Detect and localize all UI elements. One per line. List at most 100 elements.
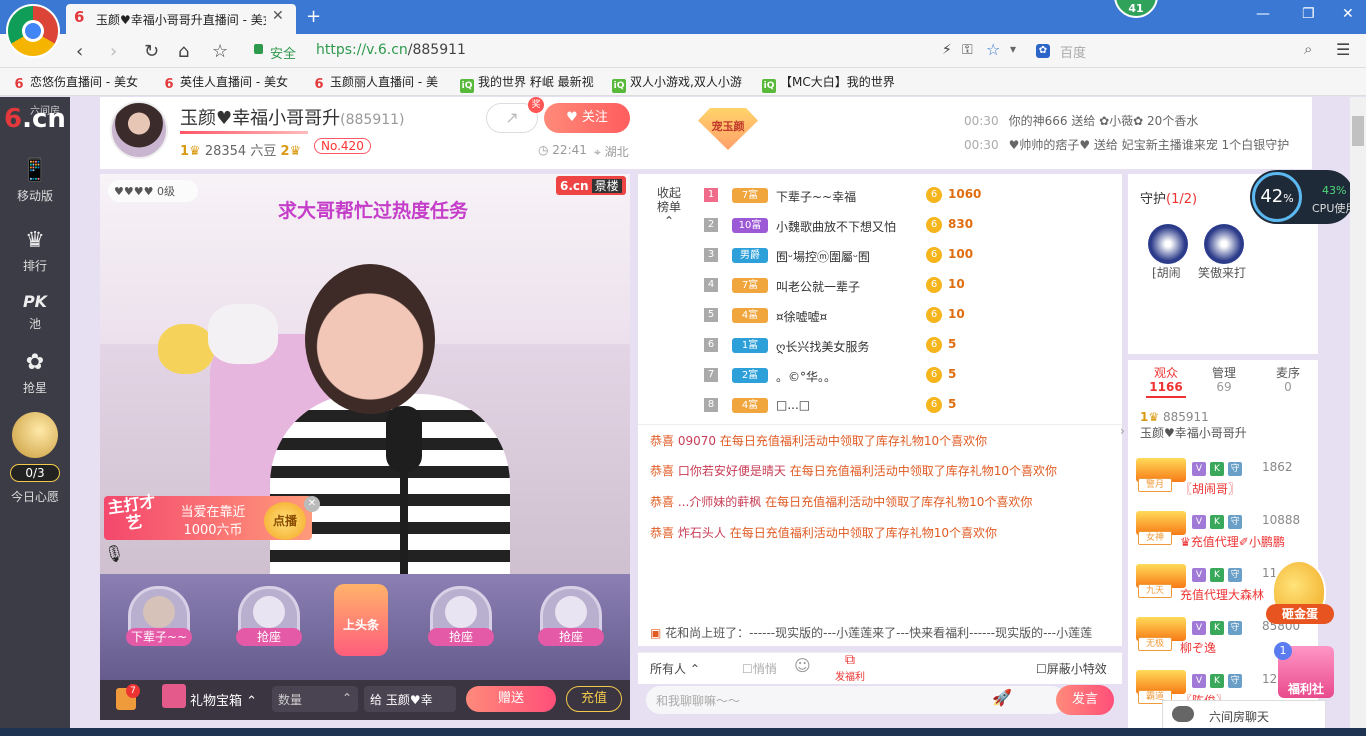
- bookmark-item[interactable]: 6 恋悠伤直播间 - 美女: [12, 73, 138, 92]
- gift-box-label[interactable]: 礼物宝箱 ⌃: [190, 690, 257, 709]
- bookmark-star-icon[interactable]: ☆: [986, 40, 1000, 59]
- rank-user-name[interactable]: ღ长兴找美女服务: [776, 338, 869, 355]
- bookmark-item[interactable]: iQ 我的世界 籽岷 最新视: [460, 73, 594, 93]
- checkbox-icon: ☐: [742, 662, 753, 676]
- close-window-icon[interactable]: ✕: [1342, 6, 1354, 22]
- lightning-icon[interactable]: ⚡: [942, 42, 952, 58]
- send-chat-button[interactable]: 发言: [1056, 685, 1114, 715]
- sidebar-item-rank[interactable]: ♛ 排行: [0, 228, 70, 274]
- scrollbar-thumb[interactable]: [1352, 116, 1364, 146]
- home-icon[interactable]: ⌂: [178, 41, 189, 62]
- host-avatar[interactable]: [110, 101, 168, 159]
- rank-user-name[interactable]: 下辈子~~幸福: [776, 188, 856, 205]
- site-logo[interactable]: 6.cn: [4, 104, 66, 134]
- chat-user[interactable]: ...介师妹的蓒枫: [678, 495, 761, 509]
- smash-egg-button[interactable]: 砸金蛋: [1266, 604, 1334, 624]
- search-icon[interactable]: ⌕: [1304, 40, 1312, 58]
- restore-icon[interactable]: ❐: [1302, 6, 1315, 22]
- follow-button[interactable]: ♥ 关注: [544, 103, 630, 133]
- tab-mic-queue[interactable]: 麦序 0: [1258, 366, 1318, 394]
- seat[interactable]: 抢座: [418, 584, 504, 660]
- sidebar-item-pk[interactable]: PK 池: [0, 292, 70, 332]
- new-tab-button[interactable]: +: [306, 6, 321, 27]
- sidebar-item-mobile[interactable]: 📱 移动版: [0, 158, 70, 204]
- quantity-select[interactable]: 数量 ⌃: [272, 686, 358, 712]
- seat[interactable]: 抢座: [226, 584, 312, 660]
- recharge-button[interactable]: 充值: [566, 686, 622, 712]
- rank-row[interactable]: 3 男爵 囿ᵕ場控ⓜ圍屬ᵕ囿 6 100: [704, 242, 1114, 270]
- guard-avatar[interactable]: [1148, 224, 1188, 264]
- bookmark-item[interactable]: 6 玉颜丽人直播间 - 美: [312, 73, 438, 92]
- menu-icon[interactable]: ☰: [1336, 40, 1350, 59]
- guard-name[interactable]: 笑傲来打: [1198, 264, 1246, 281]
- emoji-icon[interactable]: ☺: [794, 656, 811, 675]
- close-icon[interactable]: ✕: [304, 496, 320, 512]
- seat[interactable]: 抢座: [528, 584, 614, 660]
- reload-icon[interactable]: ↻: [144, 41, 159, 62]
- headline-button[interactable]: 上头条: [334, 584, 388, 656]
- microphone-icon[interactable]: 🎙: [104, 544, 124, 563]
- sidebar-item-star[interactable]: ✿ 抢星: [0, 350, 70, 396]
- rank-user-name[interactable]: 小魏歌曲放不下想又怕: [776, 218, 896, 235]
- url-text[interactable]: https://v.6.cn/885911: [316, 42, 466, 58]
- coin-icon: 6: [926, 247, 942, 263]
- audience-row[interactable]: 警月 V K 守 1862 〖胡闹哥〗: [1136, 458, 1312, 496]
- wish-label[interactable]: 今日心愿: [0, 488, 70, 505]
- chat-user[interactable]: 09070: [678, 434, 716, 448]
- audience-name[interactable]: 柳ぞ逸: [1180, 639, 1216, 656]
- favorite-star-icon[interactable]: ☆: [212, 41, 228, 62]
- rank-user-name[interactable]: 叫老公就一辈子: [776, 278, 860, 295]
- welfare-send-button[interactable]: ⧉ 发福利: [830, 652, 870, 683]
- bookmark-item[interactable]: iQ 双人小游戏,双人小游: [612, 73, 742, 93]
- gift-box-icon[interactable]: [162, 684, 186, 708]
- rank-row[interactable]: 2 10富 小魏歌曲放不下想又怕 6 830: [704, 212, 1114, 240]
- wish-moon-icon[interactable]: [12, 412, 58, 458]
- expand-chevron-icon[interactable]: ›: [1120, 424, 1125, 438]
- guard-avatar[interactable]: [1204, 224, 1244, 264]
- rank-row[interactable]: 8 4富 □...□ 6 5: [704, 392, 1114, 420]
- tab-audience[interactable]: 观众 1166: [1136, 366, 1196, 394]
- whisper-checkbox[interactable]: ☐悄悄: [742, 660, 777, 677]
- rank-user-name[interactable]: 囿ᵕ場控ⓜ圍屬ᵕ囿: [776, 248, 870, 265]
- recipient-dropdown[interactable]: 所有人 ⌃: [650, 660, 700, 677]
- minimize-icon[interactable]: —: [1256, 6, 1270, 22]
- key-icon[interactable]: ⚿: [962, 42, 973, 58]
- rank-row[interactable]: 1 7富 下辈子~~幸福 6 1060: [704, 182, 1114, 210]
- chat-user[interactable]: 口你若安好便是晴天: [678, 464, 786, 478]
- rank-badge[interactable]: No.420: [314, 138, 371, 154]
- send-gift-button[interactable]: 赠送: [466, 686, 556, 712]
- recipient-select[interactable]: 给 玉颜♥幸: [364, 686, 456, 712]
- audience-name[interactable]: 〖胡闹哥〗: [1180, 480, 1240, 497]
- rank-row[interactable]: 5 4富 ¤徐嘘嘘¤ 6 10: [704, 302, 1114, 330]
- guard-name[interactable]: ⁅胡闹: [1152, 264, 1181, 281]
- rank-user-name[interactable]: 。©°华。。: [776, 368, 836, 385]
- bookmark-item[interactable]: 6 英佳人直播间 - 美女: [162, 73, 288, 92]
- block-effects-checkbox[interactable]: ☐屏蔽小特效: [1036, 660, 1107, 677]
- audience-name[interactable]: 充值代理大森林: [1180, 586, 1264, 603]
- rank-collapse-button[interactable]: 收起榜单 ⌃: [652, 186, 686, 228]
- audience-name[interactable]: ♛充值代理✐小鹏鹏: [1180, 533, 1285, 550]
- rocket-icon[interactable]: 🚀: [992, 688, 1012, 707]
- rank-row[interactable]: 4 7富 叫老公就一辈子 6 10: [704, 272, 1114, 300]
- audience-row[interactable]: 女神 V K 守 10888 ♛充值代理✐小鹏鹏: [1136, 511, 1312, 549]
- tab-close-icon[interactable]: ✕: [272, 8, 284, 24]
- tab-admins[interactable]: 管理 69: [1194, 366, 1254, 394]
- whisper-label: 悄悄: [752, 662, 777, 676]
- rank-user-name[interactable]: ¤徐嘘嘘¤: [776, 308, 827, 325]
- page-scrollbar[interactable]: [1350, 97, 1366, 736]
- search-input[interactable]: 百度: [1060, 42, 1086, 61]
- forward-icon[interactable]: ›: [110, 41, 117, 62]
- talent-request-button[interactable]: 点播: [264, 502, 306, 540]
- browser-logo-icon[interactable]: [6, 4, 60, 58]
- chat-user[interactable]: 炸石头人: [678, 526, 726, 540]
- rank-row[interactable]: 7 2富 。©°华。。 6 5: [704, 362, 1114, 390]
- seat[interactable]: 下辈子~~: [116, 584, 202, 660]
- host-entry[interactable]: 1♛ 885911 玉颜♥幸福小哥哥升: [1140, 410, 1247, 441]
- bookmark-item[interactable]: iQ 【MC大白】我的世界: [762, 73, 895, 93]
- back-icon[interactable]: ‹: [76, 41, 83, 62]
- dropdown-chevron-icon[interactable]: ▾: [1010, 42, 1016, 56]
- rank-row[interactable]: 6 1富 ღ长兴找美女服务 6 5: [704, 332, 1114, 360]
- wish-count: 0/3: [10, 464, 60, 482]
- rank-user-name[interactable]: □...□: [776, 398, 810, 412]
- welfare-shop-label[interactable]: 福利社: [1278, 680, 1334, 697]
